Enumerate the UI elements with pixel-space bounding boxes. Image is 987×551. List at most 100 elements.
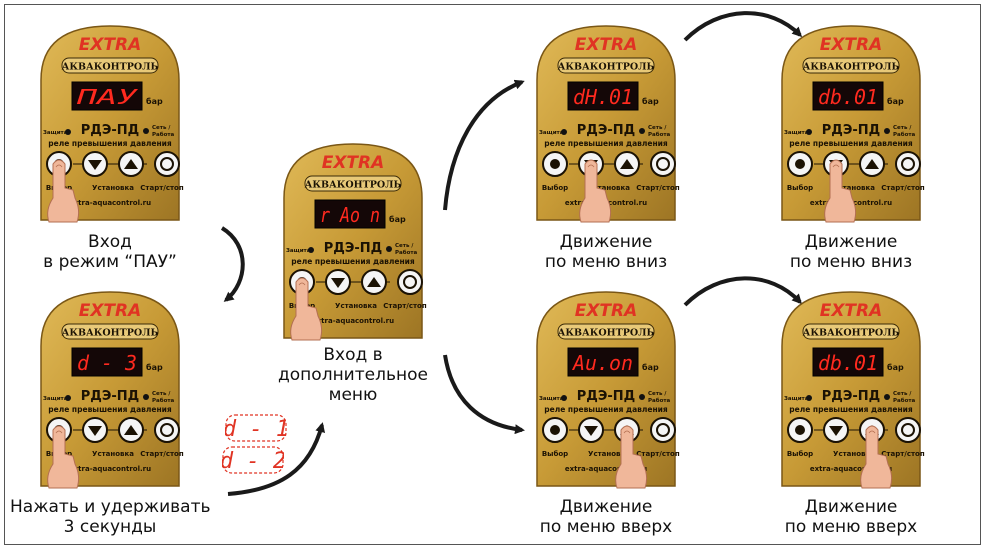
btn-startstop-label: Старт/стоп <box>881 450 925 458</box>
subtitle-text: реле превышения давления <box>789 139 913 148</box>
countdown-text-2: d - 2 <box>222 449 284 474</box>
caption-4-line-1: Движение <box>559 232 653 252</box>
btn-select-label: Выбор <box>787 450 813 458</box>
protection-led <box>65 395 71 401</box>
brand-text: АКВАКОНТРОЛЬ <box>803 328 900 339</box>
down-button <box>82 151 108 177</box>
protection-led <box>806 395 812 401</box>
caption-4-line-2: по меню вниз <box>544 252 668 272</box>
power-led <box>639 394 645 400</box>
arrow-p3-to-p4 <box>443 79 525 211</box>
led-left-label: Защита <box>784 130 809 136</box>
protection-led <box>308 247 314 253</box>
led-right-label-2: Работа <box>893 131 916 138</box>
led-right-label-2: Работа <box>152 131 175 138</box>
power-led <box>386 246 392 252</box>
model-text: РДЭ-ПД <box>324 241 383 256</box>
caption-5-line-2: по меню вниз <box>789 252 913 272</box>
unit-label: бар <box>146 362 163 372</box>
subtitle-text: реле превышения давления <box>48 405 172 414</box>
up-button <box>118 151 144 177</box>
site-text: extra-aquacontrol.ru <box>312 317 394 325</box>
caption-5-line-1: Движение <box>804 232 898 252</box>
brand-text: АКВАКОНТРОЛЬ <box>558 328 655 339</box>
caption-7-line-1: Движение <box>804 497 898 517</box>
subtitle-text: реле превышения давления <box>789 405 913 414</box>
caption-6-line-1: Движение <box>559 497 653 517</box>
btn-set-label: Установка <box>92 184 134 192</box>
device-panel-2: EXTRA АКВАКОНТРОЛЬ d - 3 бар Защита РДЭ-… <box>35 286 185 489</box>
led-left-label: Защита <box>539 396 564 402</box>
device-svg: EXTRA АКВАКОНТРОЛЬ Au.on бар Защита РДЭ-… <box>536 291 680 489</box>
start-stop-button <box>895 417 921 443</box>
caption-6: Движение по меню вверх <box>531 497 681 537</box>
display-digits: ПАУ <box>75 85 138 109</box>
subtitle-text: реле превышения давления <box>291 257 415 266</box>
down-button <box>325 269 351 295</box>
start-stop-button <box>397 269 423 295</box>
btn-startstop-label: Старт/стоп <box>636 450 680 458</box>
unit-label: бар <box>887 96 904 106</box>
btn-set-label: Установка <box>92 450 134 458</box>
up-button <box>118 417 144 443</box>
display-digits: db.01 <box>818 85 878 109</box>
device-panel-5: EXTRA АКВАКОНТРОЛЬ db.01 бар Защита РДЭ-… <box>776 20 926 223</box>
site-text: extra-aquacontrol.ru <box>69 199 151 207</box>
caption-1: Вход в режим “ПАУ” <box>35 232 185 272</box>
select-button <box>787 417 813 443</box>
start-stop-button <box>895 151 921 177</box>
device-svg: EXTRA АКВАКОНТРОЛЬ ПАУ бар Защита РДЭ-ПД… <box>40 25 184 223</box>
led-left-label: Защита <box>784 396 809 402</box>
select-button <box>542 151 568 177</box>
model-text: РДЭ-ПД <box>822 123 881 138</box>
unit-label: бар <box>642 96 659 106</box>
power-led <box>884 394 890 400</box>
device-svg: EXTRA АКВАКОНТРОЛЬ db.01 бар Защита РДЭ-… <box>781 25 925 223</box>
led-right-label-1: Сеть / <box>152 391 171 397</box>
subtitle-text: реле превышения давления <box>48 139 172 148</box>
caption-1-line-2: в режим “ПАУ” <box>43 252 177 272</box>
model-text: РДЭ-ПД <box>577 389 636 404</box>
countdown-display-2: d - 2 <box>220 446 286 474</box>
caption-7-line-2: по меню вверх <box>784 517 918 537</box>
logo-text: EXTRA <box>322 153 385 173</box>
caption-2-line-1: Нажать и удерживать <box>10 497 211 517</box>
device-panel-1: EXTRA АКВАКОНТРОЛЬ ПАУ бар Защита РДЭ-ПД… <box>35 20 185 223</box>
protection-led <box>806 129 812 135</box>
brand-text: АКВАКОНТРОЛЬ <box>62 328 159 339</box>
up-button <box>859 151 885 177</box>
countdown-text-1: d - 1 <box>225 417 287 442</box>
model-text: РДЭ-ПД <box>577 123 636 138</box>
led-right-label-1: Сеть / <box>648 125 667 131</box>
arrow-p1-to-p2 <box>220 226 245 302</box>
led-right-label-2: Работа <box>152 397 175 404</box>
unit-label: бар <box>887 362 904 372</box>
device-panel-3: EXTRA АКВАКОНТРОЛЬ r Ao n бар Защита РДЭ… <box>278 138 428 341</box>
caption-2-line-2: 3 секунды <box>63 517 157 537</box>
protection-led <box>561 395 567 401</box>
power-led <box>143 394 149 400</box>
led-left-label: Защита <box>43 130 68 136</box>
logo-text: EXTRA <box>575 35 638 55</box>
btn-startstop-label: Старт/стоп <box>140 450 184 458</box>
led-right-label-2: Работа <box>648 397 671 404</box>
logo-text: EXTRA <box>575 301 638 321</box>
down-button <box>82 417 108 443</box>
led-left-label: Защита <box>539 130 564 136</box>
logo-text: EXTRA <box>820 301 883 321</box>
subtitle-text: реле превышения давления <box>544 139 668 148</box>
model-text: РДЭ-ПД <box>81 389 140 404</box>
display-digits: r Ao n <box>320 203 380 227</box>
start-stop-button <box>154 151 180 177</box>
btn-startstop-label: Старт/стоп <box>881 184 925 192</box>
start-stop-button <box>650 151 676 177</box>
led-right-label-1: Сеть / <box>648 391 667 397</box>
select-button <box>542 417 568 443</box>
caption-3-line-2: дополнительное <box>278 365 428 385</box>
device-svg: EXTRA АКВАКОНТРОЛЬ dH.01 бар Защита РДЭ-… <box>536 25 680 223</box>
model-text: РДЭ-ПД <box>81 123 140 138</box>
power-led <box>884 128 890 134</box>
caption-2: Нажать и удерживать 3 секунды <box>10 497 211 537</box>
led-right-label-1: Сеть / <box>893 391 912 397</box>
down-button <box>578 417 604 443</box>
